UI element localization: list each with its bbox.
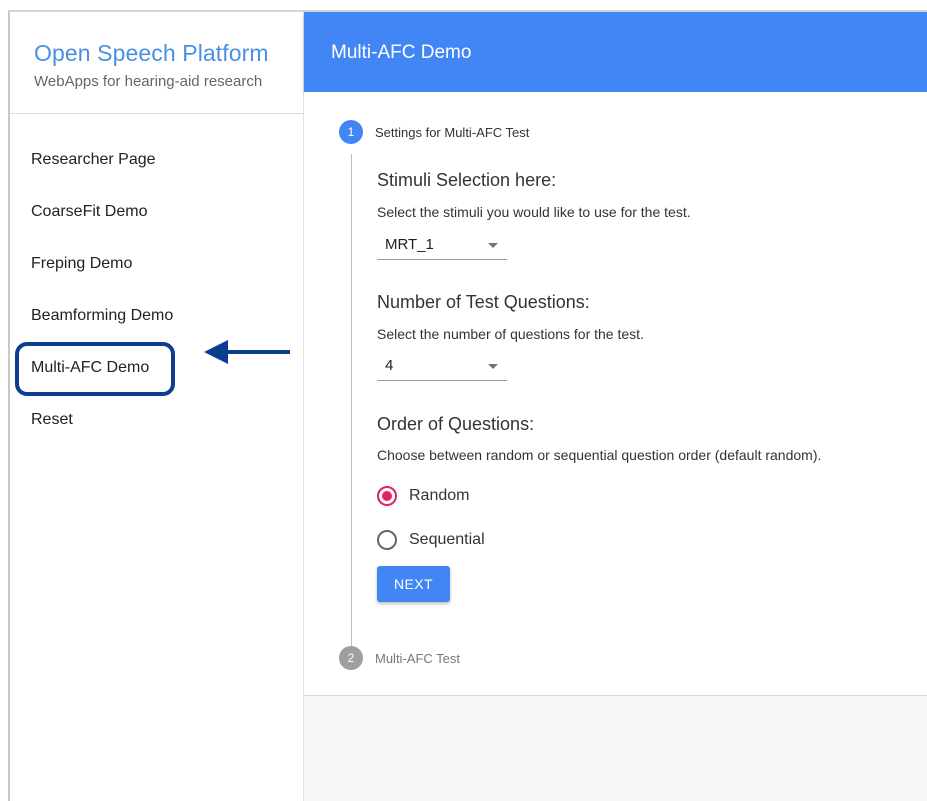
step-1-number: 1: [339, 120, 363, 144]
next-button[interactable]: NEXT: [377, 566, 450, 602]
step-1-label: Settings for Multi-AFC Test: [375, 124, 530, 140]
step-connector: [351, 154, 352, 646]
app-subtitle: WebApps for hearing-aid research: [34, 73, 263, 90]
sidebar-item-coarsefit-demo[interactable]: CoarseFit Demo: [10, 186, 303, 238]
stimuli-title: Stimuli Selection here:: [377, 170, 557, 190]
arrow-left-icon: [204, 340, 290, 364]
sidebar-item-beamforming-demo[interactable]: Beamforming Demo: [10, 290, 303, 342]
sidebar: Open Speech Platform WebApps for hearing…: [10, 12, 304, 801]
order-description: Choose between random or sequential ques…: [377, 447, 822, 463]
dropdown-arrow-icon: [488, 364, 498, 369]
radio-sequential-label: Sequential: [409, 531, 485, 548]
step-2-label: Multi-AFC Test: [375, 650, 460, 666]
radio-checked-icon[interactable]: [377, 486, 397, 506]
main-panel: Multi-AFC Demo 1 Settings for Multi-AFC …: [304, 12, 927, 801]
order-title: Order of Questions:: [377, 414, 535, 434]
stimuli-select[interactable]: MRT_1: [377, 230, 507, 260]
radio-unchecked-icon[interactable]: [377, 530, 397, 550]
sidebar-item-freping-demo[interactable]: Freping Demo: [10, 238, 303, 290]
page-title: Multi-AFC Demo: [331, 42, 472, 63]
radio-sequential[interactable]: Sequential: [377, 530, 485, 550]
questions-title: Number of Test Questions:: [377, 292, 590, 312]
sidebar-item-researcher-page[interactable]: Researcher Page: [10, 134, 303, 186]
sidebar-nav: Researcher Page CoarseFit Demo Freping D…: [10, 114, 303, 446]
app-bar: Multi-AFC Demo: [304, 12, 927, 92]
stimuli-description: Select the stimuli you would like to use…: [377, 204, 691, 220]
step-1-header[interactable]: 1 Settings for Multi-AFC Test: [339, 120, 529, 144]
highlight-box: [15, 342, 175, 396]
app-window: Open Speech Platform WebApps for hearing…: [8, 10, 927, 801]
questions-select[interactable]: 4: [377, 351, 507, 381]
brand: Open Speech Platform WebApps for hearing…: [10, 12, 303, 114]
page-background: [304, 696, 927, 801]
dropdown-arrow-icon: [488, 243, 498, 248]
questions-select-value: 4: [385, 357, 394, 374]
app-title: Open Speech Platform: [34, 40, 269, 66]
sidebar-item-reset[interactable]: Reset: [10, 394, 303, 446]
radio-random[interactable]: Random: [377, 486, 469, 506]
step-2-header[interactable]: 2 Multi-AFC Test: [339, 646, 460, 670]
stimuli-select-value: MRT_1: [385, 236, 434, 253]
step-2-number: 2: [339, 646, 363, 670]
radio-random-label: Random: [409, 487, 470, 504]
stepper: 1 Settings for Multi-AFC Test Stimuli Se…: [304, 92, 927, 696]
questions-description: Select the number of questions for the t…: [377, 326, 644, 342]
